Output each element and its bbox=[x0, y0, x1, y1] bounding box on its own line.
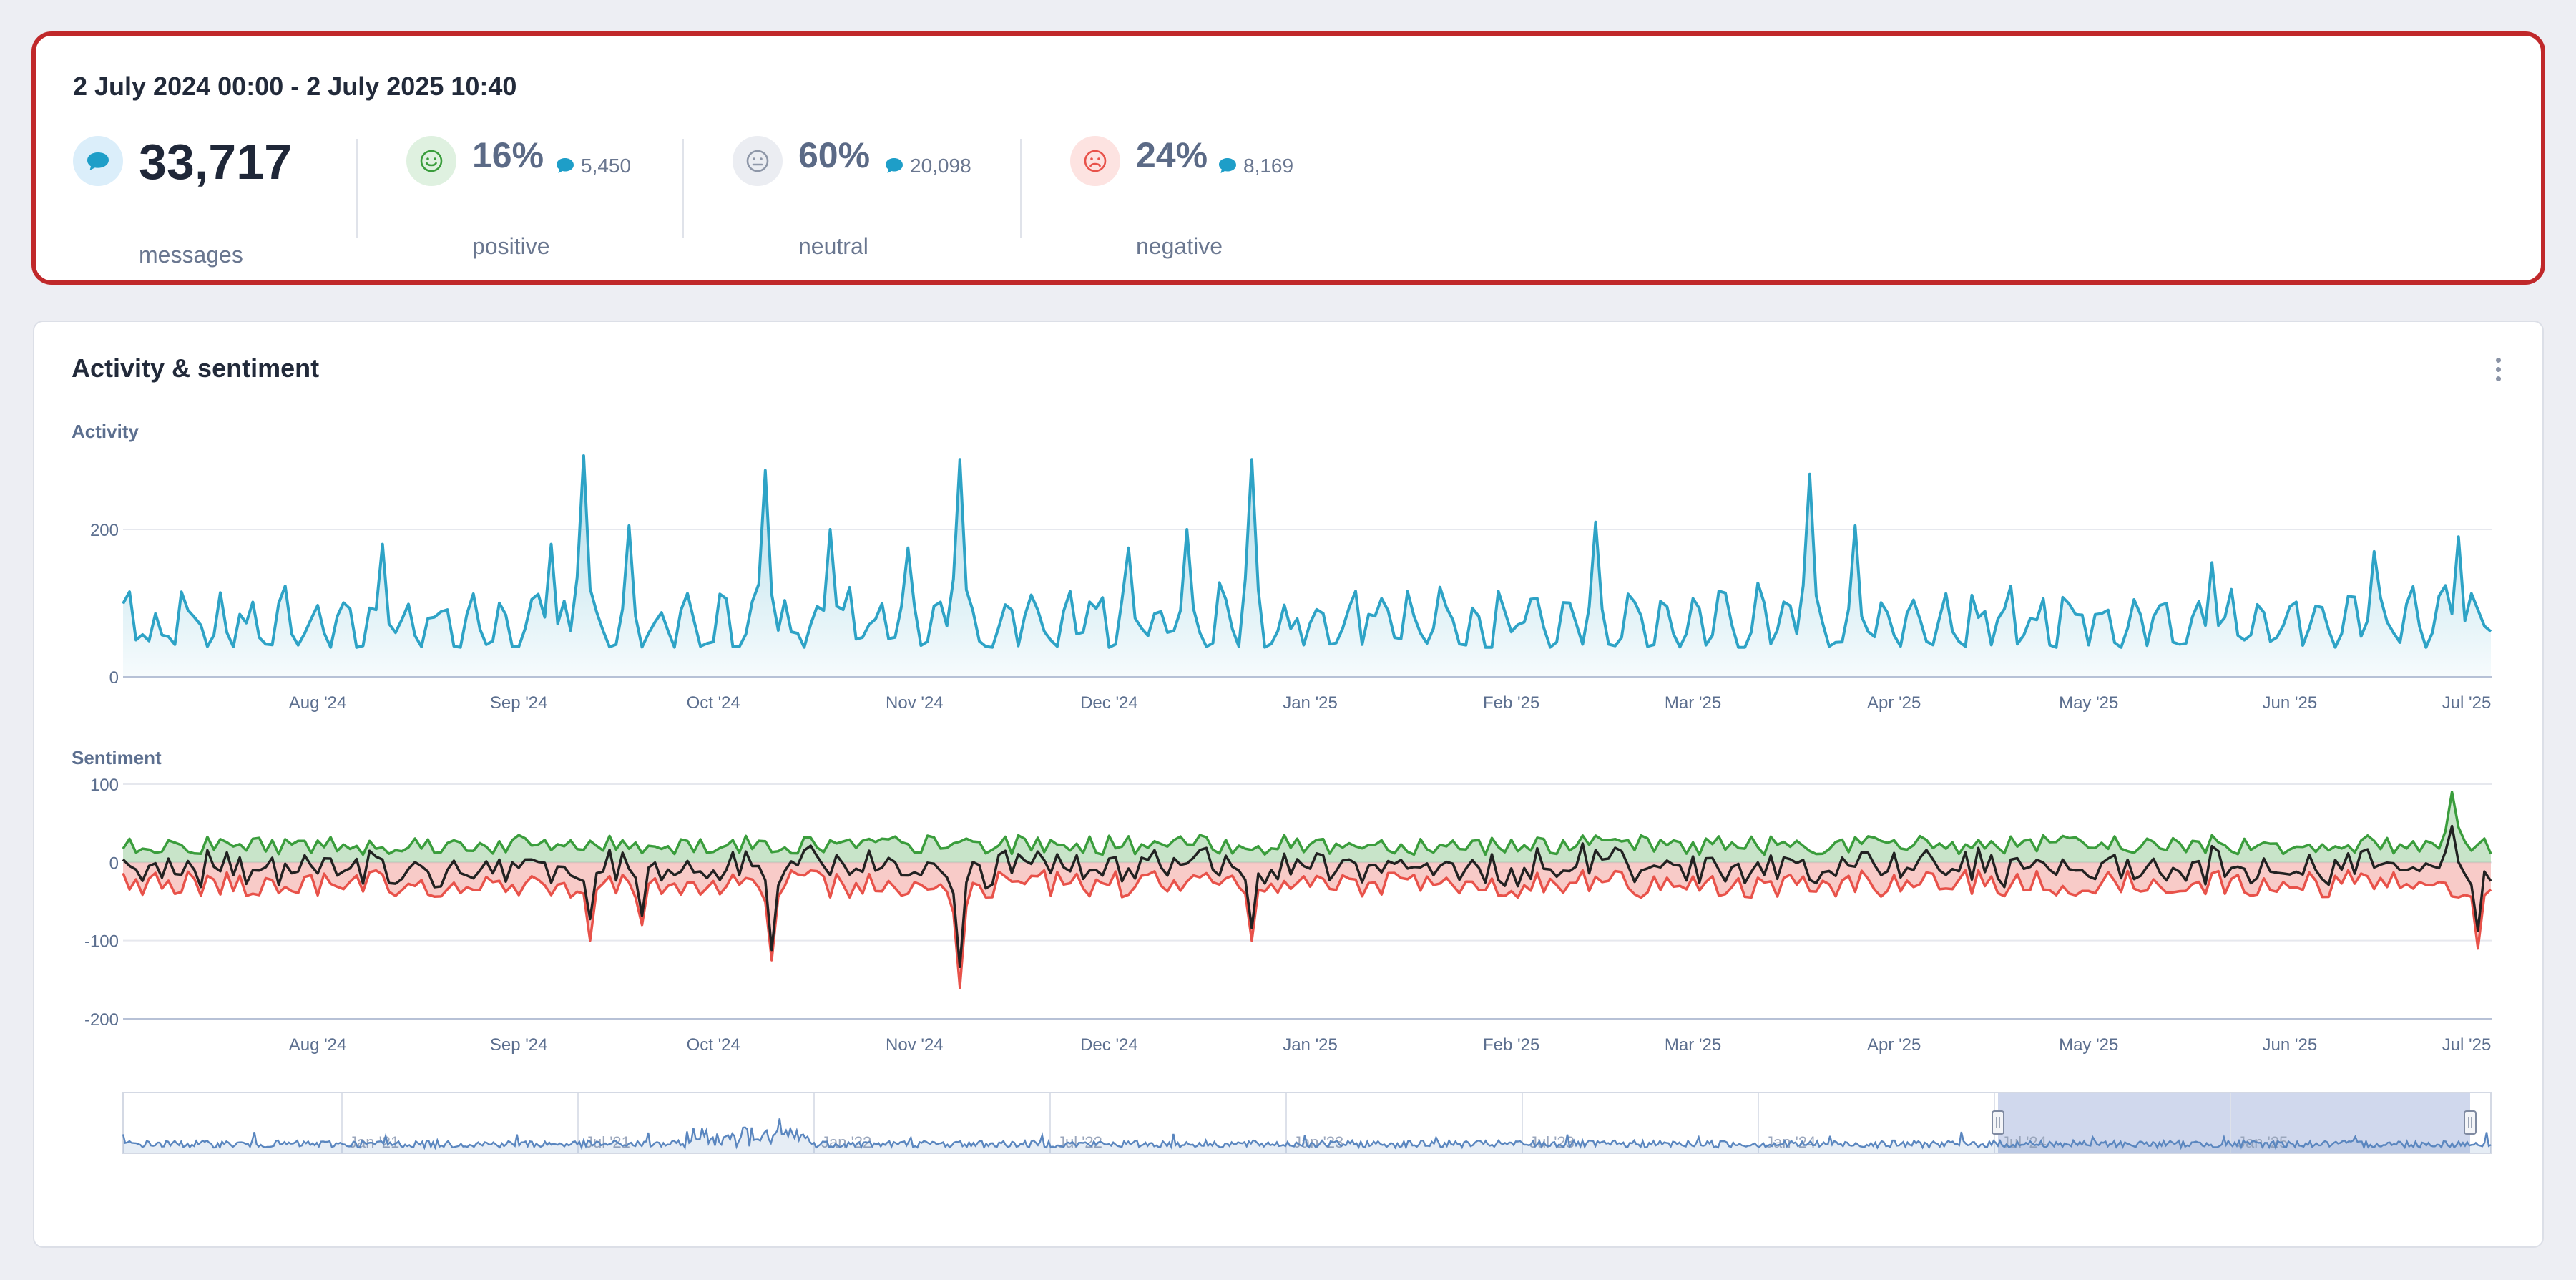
sentiment-x-tick: Sep '24 bbox=[490, 1035, 548, 1055]
sentiment-chart: 100 0 -100 -200 Aug '24 Sep '24 Oct '24 Nov '24… bbox=[84, 776, 2492, 1055]
sentiment-x-tick: Feb '25 bbox=[1483, 1035, 1539, 1055]
activity-x-tick: Jul '25 bbox=[2442, 693, 2492, 713]
sentiment-x-tick: Oct '24 bbox=[687, 1035, 740, 1055]
sentiment-y-tick: 100 bbox=[90, 776, 119, 795]
sentiment-x-tick: Aug '24 bbox=[289, 1035, 347, 1055]
activity-y-tick: 0 bbox=[109, 668, 119, 688]
sentiment-y-tick: 0 bbox=[109, 854, 119, 873]
sentiment-x-tick: Jan '25 bbox=[1283, 1035, 1338, 1055]
activity-x-tick: Jan '25 bbox=[1283, 693, 1338, 713]
activity-x-tick: Aug '24 bbox=[289, 693, 347, 713]
sentiment-x-tick: Jun '25 bbox=[2263, 1035, 2318, 1055]
sentiment-x-tick: Dec '24 bbox=[1080, 1035, 1138, 1055]
activity-x-tick: Jun '25 bbox=[2263, 693, 2318, 713]
sentiment-y-tick: -100 bbox=[84, 932, 119, 952]
positive-line bbox=[122, 791, 2492, 856]
activity-area bbox=[123, 456, 2491, 677]
activity-x-tick: Apr '25 bbox=[1867, 693, 1921, 713]
activity-x-tick: Mar '25 bbox=[1665, 693, 1721, 713]
navigator-handle[interactable] bbox=[1992, 1110, 2004, 1135]
navigator-chart[interactable]: Jan '21 Jul '21 Jan '22 Jul '22 Jan '23 Jul '… bbox=[122, 1092, 2492, 1154]
activity-x-tick: May '25 bbox=[2059, 693, 2118, 713]
sentiment-x-tick: Mar '25 bbox=[1665, 1035, 1721, 1055]
charts-svg: 0 200 Aug '24 Sep '24 Oct '24 Nov '24 Dec '24 J… bbox=[84, 454, 2492, 1154]
sentiment-x-tick: Jul '25 bbox=[2442, 1035, 2492, 1055]
activity-y-tick: 200 bbox=[90, 521, 119, 540]
activity-x-tick: Nov '24 bbox=[886, 693, 944, 713]
sentiment-x-tick: May '25 bbox=[2059, 1035, 2118, 1055]
activity-x-tick: Oct '24 bbox=[687, 693, 740, 713]
sentiment-x-tick: Nov '24 bbox=[886, 1035, 944, 1055]
activity-chart: 0 200 Aug '24 Sep '24 Oct '24 Nov '24 Dec '24 J… bbox=[90, 454, 2492, 713]
sentiment-x-tick: Apr '25 bbox=[1867, 1035, 1921, 1055]
navigator-handle[interactable] bbox=[2464, 1110, 2477, 1135]
sentiment-y-tick: -200 bbox=[84, 1010, 119, 1030]
activity-x-tick: Feb '25 bbox=[1483, 693, 1539, 713]
activity-x-tick: Sep '24 bbox=[490, 693, 548, 713]
activity-x-tick: Dec '24 bbox=[1080, 693, 1138, 713]
